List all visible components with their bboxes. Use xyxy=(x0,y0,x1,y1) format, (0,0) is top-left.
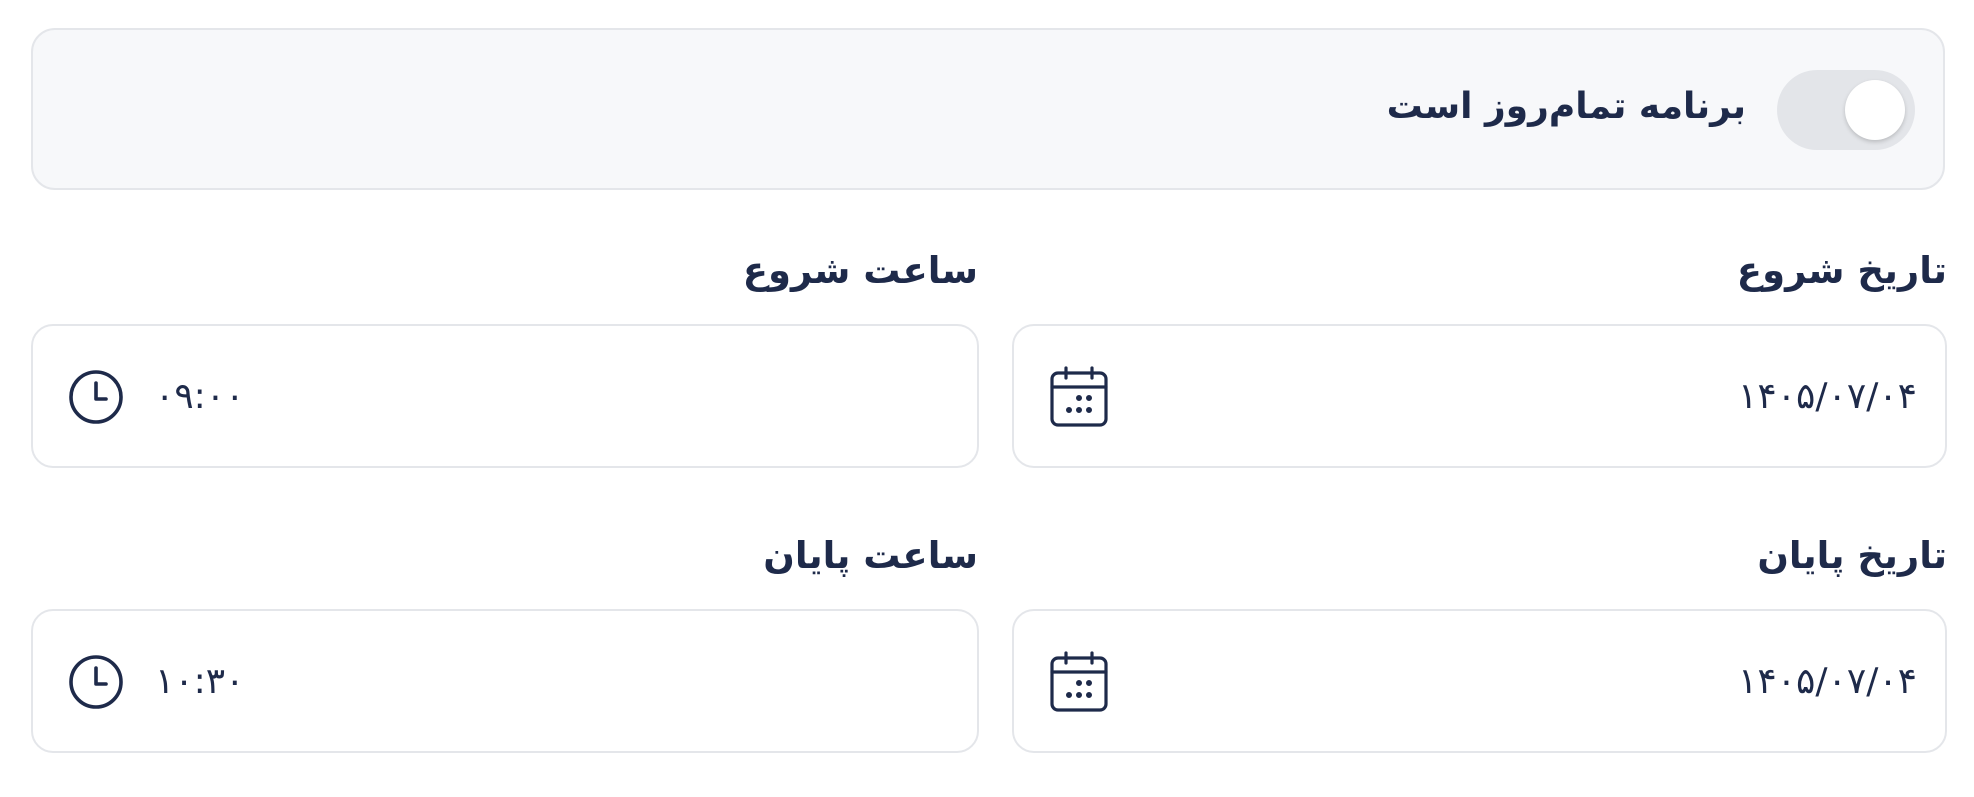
end-date-label: تاریخ پایان xyxy=(1757,534,1947,577)
all-day-toggle[interactable] xyxy=(1777,70,1915,150)
calendar-icon[interactable] xyxy=(1049,651,1109,713)
start-time-value: ۰۹:۰۰ xyxy=(155,376,245,417)
start-date-label: تاریخ شروع xyxy=(1736,249,1947,292)
end-date-field[interactable]: ۱۴۰۵/۰۷/۰۴ xyxy=(1012,609,1947,753)
end-time-value: ۱۰:۳۰ xyxy=(155,661,245,702)
end-time-label: ساعت پایان xyxy=(763,534,978,577)
calendar-icon[interactable] xyxy=(1049,366,1109,428)
clock-icon[interactable] xyxy=(67,653,125,711)
end-time-field[interactable]: ۱۰:۳۰ xyxy=(31,609,979,753)
all-day-card: برنامه تمام‌روز است xyxy=(31,28,1945,190)
all-day-label: برنامه تمام‌روز است xyxy=(1386,86,1746,127)
start-time-label: ساعت شروع xyxy=(742,249,978,292)
start-time-field[interactable]: ۰۹:۰۰ xyxy=(31,324,979,468)
start-date-value: ۱۴۰۵/۰۷/۰۴ xyxy=(1738,376,1917,417)
toggle-knob xyxy=(1845,80,1905,140)
end-date-value: ۱۴۰۵/۰۷/۰۴ xyxy=(1738,661,1917,702)
clock-icon[interactable] xyxy=(67,368,125,426)
start-date-field[interactable]: ۱۴۰۵/۰۷/۰۴ xyxy=(1012,324,1947,468)
